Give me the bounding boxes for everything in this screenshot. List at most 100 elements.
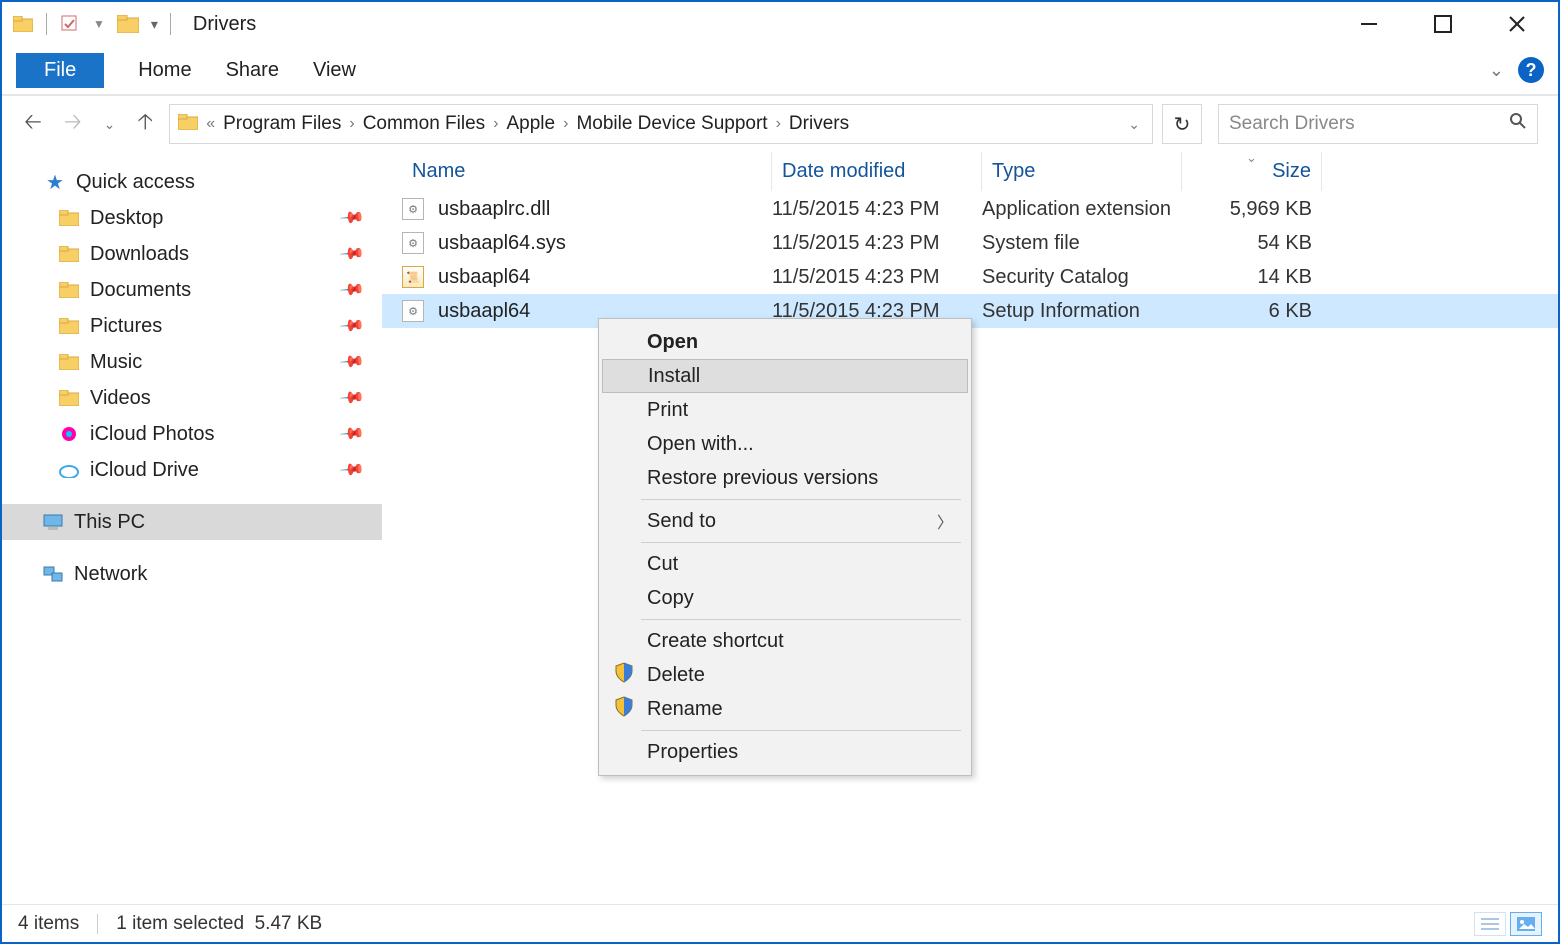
file-date: 11/5/2015 4:23 PM bbox=[772, 266, 982, 289]
context-item-copy[interactable]: Copy bbox=[601, 581, 969, 615]
search-icon bbox=[1509, 112, 1527, 136]
chevron-right-icon[interactable]: › bbox=[776, 115, 781, 133]
minimize-button[interactable] bbox=[1346, 7, 1392, 41]
breadcrumb-seg[interactable]: Apple bbox=[507, 113, 556, 135]
context-item-cut[interactable]: Cut bbox=[601, 547, 969, 581]
chevron-right-icon[interactable]: › bbox=[563, 115, 568, 133]
context-item-send-to[interactable]: Send to〉 bbox=[601, 504, 969, 538]
music-icon bbox=[58, 354, 80, 370]
sidebar-item-label: iCloud Drive bbox=[90, 459, 199, 482]
forward-button[interactable]: 🡢 bbox=[64, 105, 82, 143]
maximize-button[interactable] bbox=[1420, 7, 1466, 41]
column-header-size[interactable]: ⌄ Size bbox=[1182, 152, 1322, 191]
recent-dropdown-icon[interactable]: ⌄ bbox=[104, 116, 116, 133]
context-item-label: Copy bbox=[647, 587, 694, 610]
breadcrumb-seg[interactable]: Mobile Device Support bbox=[576, 113, 767, 135]
breadcrumb-seg[interactable]: Common Files bbox=[363, 113, 485, 135]
ribbon-tab-home[interactable]: Home bbox=[138, 59, 191, 82]
column-header-date[interactable]: Date modified bbox=[772, 152, 982, 191]
column-header-name[interactable]: Name bbox=[402, 152, 772, 191]
context-item-create-shortcut[interactable]: Create shortcut bbox=[601, 624, 969, 658]
sidebar-item-pictures[interactable]: Pictures 📌 bbox=[54, 308, 382, 344]
qat-dropdown-icon[interactable]: ▼ bbox=[93, 17, 105, 31]
context-item-label: Cut bbox=[647, 553, 678, 576]
qat-properties-icon[interactable] bbox=[59, 13, 81, 35]
ribbon-expand-icon[interactable]: ⌄ bbox=[1489, 60, 1504, 81]
sidebar-item-documents[interactable]: Documents📌 bbox=[54, 272, 382, 308]
sidebar-item-downloads[interactable]: Downloads📌 bbox=[54, 236, 382, 272]
sidebar-item-music[interactable]: Music📌 bbox=[54, 344, 382, 380]
address-dropdown-icon[interactable]: ⌄ bbox=[1128, 116, 1140, 133]
file-type: System file bbox=[982, 232, 1182, 255]
sidebar-item-icloud-drive[interactable]: iCloud Drive📌 bbox=[54, 452, 382, 488]
qat-customize-icon[interactable]: ▾ bbox=[151, 16, 158, 33]
close-button[interactable] bbox=[1494, 7, 1540, 41]
file-row[interactable]: ⚙usbaapl64.sys11/5/2015 4:23 PMSystem fi… bbox=[382, 226, 1558, 260]
file-row[interactable]: ⚙usbaaplrc.dll11/5/2015 4:23 PMApplicati… bbox=[382, 192, 1558, 226]
back-button[interactable]: 🡠 bbox=[24, 105, 42, 143]
qat-divider bbox=[46, 13, 47, 35]
file-size: 6 KB bbox=[1182, 300, 1312, 323]
chevron-right-icon[interactable]: › bbox=[493, 115, 498, 133]
file-type: Security Catalog bbox=[982, 266, 1182, 289]
column-header-type[interactable]: Type bbox=[982, 152, 1182, 191]
context-separator bbox=[641, 619, 961, 620]
pin-icon: 📌 bbox=[338, 312, 366, 340]
pictures-icon bbox=[58, 318, 80, 334]
address-overflow[interactable]: « bbox=[206, 115, 215, 133]
ribbon: File Home Share View ⌄ ? bbox=[2, 46, 1558, 96]
view-thumbnails-button[interactable] bbox=[1510, 912, 1542, 936]
chevron-right-icon[interactable]: › bbox=[349, 115, 354, 133]
title-divider bbox=[170, 13, 171, 35]
context-separator bbox=[641, 499, 961, 500]
breadcrumb-seg[interactable]: Program Files bbox=[223, 113, 341, 135]
context-item-install[interactable]: Install bbox=[602, 359, 968, 393]
context-item-properties[interactable]: Properties bbox=[601, 735, 969, 769]
network-item[interactable]: Network bbox=[2, 556, 382, 592]
network-label: Network bbox=[74, 563, 147, 586]
up-button[interactable]: 🡡 bbox=[137, 105, 153, 143]
sidebar-item-label: Desktop bbox=[90, 207, 163, 230]
sidebar-item-label: Pictures bbox=[90, 315, 162, 338]
pin-icon: 📌 bbox=[338, 384, 366, 412]
pin-icon: 📌 bbox=[338, 240, 366, 268]
context-item-delete[interactable]: Delete bbox=[601, 658, 969, 692]
file-tab[interactable]: File bbox=[16, 53, 104, 88]
help-icon[interactable]: ? bbox=[1518, 57, 1544, 83]
qat-folder-icon[interactable] bbox=[117, 13, 139, 35]
sidebar-item-label: Videos bbox=[90, 387, 151, 410]
address-bar[interactable]: « Program Files › Common Files › Apple ›… bbox=[169, 104, 1153, 144]
context-item-print[interactable]: Print bbox=[601, 393, 969, 427]
file-name: usbaapl64 bbox=[438, 266, 530, 289]
context-item-open-with-[interactable]: Open with... bbox=[601, 427, 969, 461]
context-item-label: Restore previous versions bbox=[647, 467, 878, 490]
view-details-button[interactable] bbox=[1474, 912, 1506, 936]
sidebar-item-desktop[interactable]: Desktop📌 bbox=[54, 200, 382, 236]
sidebar-item-icloud-photos[interactable]: iCloud Photos📌 bbox=[54, 416, 382, 452]
uac-shield-icon bbox=[613, 695, 635, 723]
context-separator bbox=[641, 730, 961, 731]
this-pc-item[interactable]: This PC bbox=[2, 504, 382, 540]
app-folder-icon bbox=[12, 13, 34, 35]
file-size: 5,969 KB bbox=[1182, 198, 1312, 221]
quick-access-star-icon: ★ bbox=[44, 170, 66, 195]
file-row[interactable]: 📜usbaapl6411/5/2015 4:23 PMSecurity Cata… bbox=[382, 260, 1558, 294]
context-item-label: Send to bbox=[647, 510, 716, 533]
context-item-label: Print bbox=[647, 399, 688, 422]
ribbon-tab-view[interactable]: View bbox=[313, 59, 356, 82]
context-item-open[interactable]: Open bbox=[601, 325, 969, 359]
context-item-restore-previous-versions[interactable]: Restore previous versions bbox=[601, 461, 969, 495]
quick-access-label: Quick access bbox=[76, 171, 195, 194]
context-item-rename[interactable]: Rename bbox=[601, 692, 969, 726]
sidebar-item-videos[interactable]: Videos 📌 bbox=[54, 380, 382, 416]
status-separator bbox=[97, 914, 98, 934]
status-item-count: 4 items bbox=[18, 913, 79, 935]
search-input[interactable]: Search Drivers bbox=[1218, 104, 1538, 144]
refresh-button[interactable]: ↻ bbox=[1162, 104, 1202, 144]
pin-icon: 📌 bbox=[338, 348, 366, 376]
file-name: usbaapl64.sys bbox=[438, 232, 566, 255]
navigation-pane: ★ Quick access Desktop📌Downloads📌Documen… bbox=[2, 152, 382, 904]
breadcrumb-seg[interactable]: Drivers bbox=[789, 113, 849, 135]
ribbon-tab-share[interactable]: Share bbox=[226, 59, 279, 82]
quick-access-section[interactable]: ★ Quick access bbox=[2, 164, 382, 200]
